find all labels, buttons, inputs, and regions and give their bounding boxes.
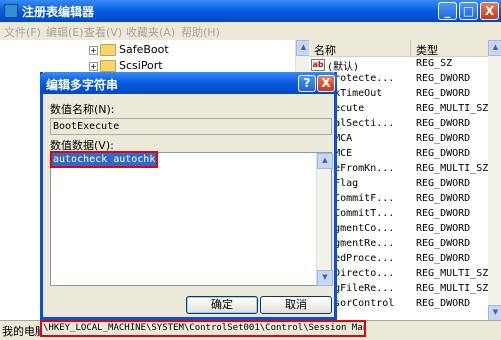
- dialog-close-button[interactable]: X: [317, 75, 335, 92]
- maximize-button[interactable]: □: [459, 2, 478, 20]
- ok-button[interactable]: 确定: [186, 296, 258, 314]
- value-row-type[interactable]: REG_MULTI_SZ: [416, 163, 488, 178]
- column-header-name[interactable]: 名称: [314, 42, 336, 58]
- dialog-help-button[interactable]: ?: [298, 75, 316, 92]
- tree-expand-toggle[interactable]: +: [89, 46, 98, 55]
- minimize-button[interactable]: _: [438, 2, 457, 20]
- status-key-path: \HKEY_LOCAL_MACHINE\SYSTEM\ControlSet001…: [40, 320, 366, 337]
- string-value-icon: ab: [311, 59, 325, 71]
- scroll-down-arrow-icon[interactable]: ▼: [317, 270, 333, 286]
- value-row-type[interactable]: REG_DWORD: [416, 178, 488, 193]
- window-title: 注册表编辑器: [22, 5, 95, 19]
- value-row-type[interactable]: REG_SZ: [416, 58, 488, 73]
- value-row-type[interactable]: REG_DWORD: [416, 253, 488, 268]
- value-name-field: BootExecute: [50, 118, 332, 135]
- value-data-highlight-box: [50, 151, 158, 168]
- dialog-title: 编辑多字符串: [46, 78, 119, 92]
- folder-icon: [100, 60, 116, 72]
- tree-item-safeboot[interactable]: SafeBoot: [119, 43, 169, 56]
- folder-icon: [100, 44, 116, 56]
- value-data-scrollbar[interactable]: ▲ ▼: [316, 153, 333, 286]
- close-button[interactable]: X: [480, 2, 499, 20]
- value-row-type[interactable]: REG_DWORD: [416, 88, 488, 103]
- value-row-type[interactable]: REG_DWORD: [416, 193, 488, 208]
- value-row-type[interactable]: REG_DWORD: [416, 238, 488, 253]
- list-header: [309, 40, 489, 57]
- menu-help[interactable]: 帮助(H): [181, 24, 220, 40]
- value-data-textarea[interactable]: [50, 152, 332, 286]
- list-scrollbar[interactable]: ▲ ▼: [488, 40, 501, 321]
- menu-view[interactable]: 查看(V): [84, 24, 122, 40]
- value-row-type[interactable]: REG_DWORD: [416, 118, 488, 133]
- menu-file[interactable]: 文件(F): [4, 24, 41, 40]
- column-header-type[interactable]: 类型: [416, 42, 438, 58]
- column-divider[interactable]: [410, 40, 411, 57]
- menu-edit[interactable]: 编辑(E): [46, 24, 84, 40]
- tree-item-scsiport[interactable]: ScsiPort: [119, 59, 163, 72]
- value-row-type[interactable]: REG_DWORD: [416, 133, 488, 148]
- value-row-type[interactable]: REG_DWORD: [416, 298, 488, 313]
- scroll-up-arrow-icon[interactable]: ▲: [488, 40, 501, 56]
- scroll-up-arrow-icon[interactable]: ▲: [317, 153, 333, 169]
- value-row-type[interactable]: REG_DWORD: [416, 148, 488, 163]
- value-row-type[interactable]: REG_DWORD: [416, 223, 488, 238]
- regedit-app-icon: [4, 4, 18, 18]
- value-row-type[interactable]: REG_MULTI_SZ: [416, 103, 488, 118]
- value-row-type[interactable]: REG_DWORD: [416, 73, 488, 88]
- value-row-type[interactable]: REG_DWORD: [416, 208, 488, 223]
- value-row-type[interactable]: REG_MULTI_SZ: [416, 283, 488, 298]
- menu-favorites[interactable]: 收藏夹(A): [126, 24, 175, 40]
- tree-expand-toggle[interactable]: +: [89, 62, 98, 71]
- scroll-down-arrow-icon[interactable]: ▼: [488, 305, 501, 321]
- value-row-name[interactable]: (默认): [327, 58, 409, 73]
- value-name-label: 数值名称(N):: [50, 103, 115, 116]
- cancel-button[interactable]: 取消: [260, 296, 332, 314]
- value-row-type[interactable]: REG_MULTI_SZ: [416, 268, 488, 283]
